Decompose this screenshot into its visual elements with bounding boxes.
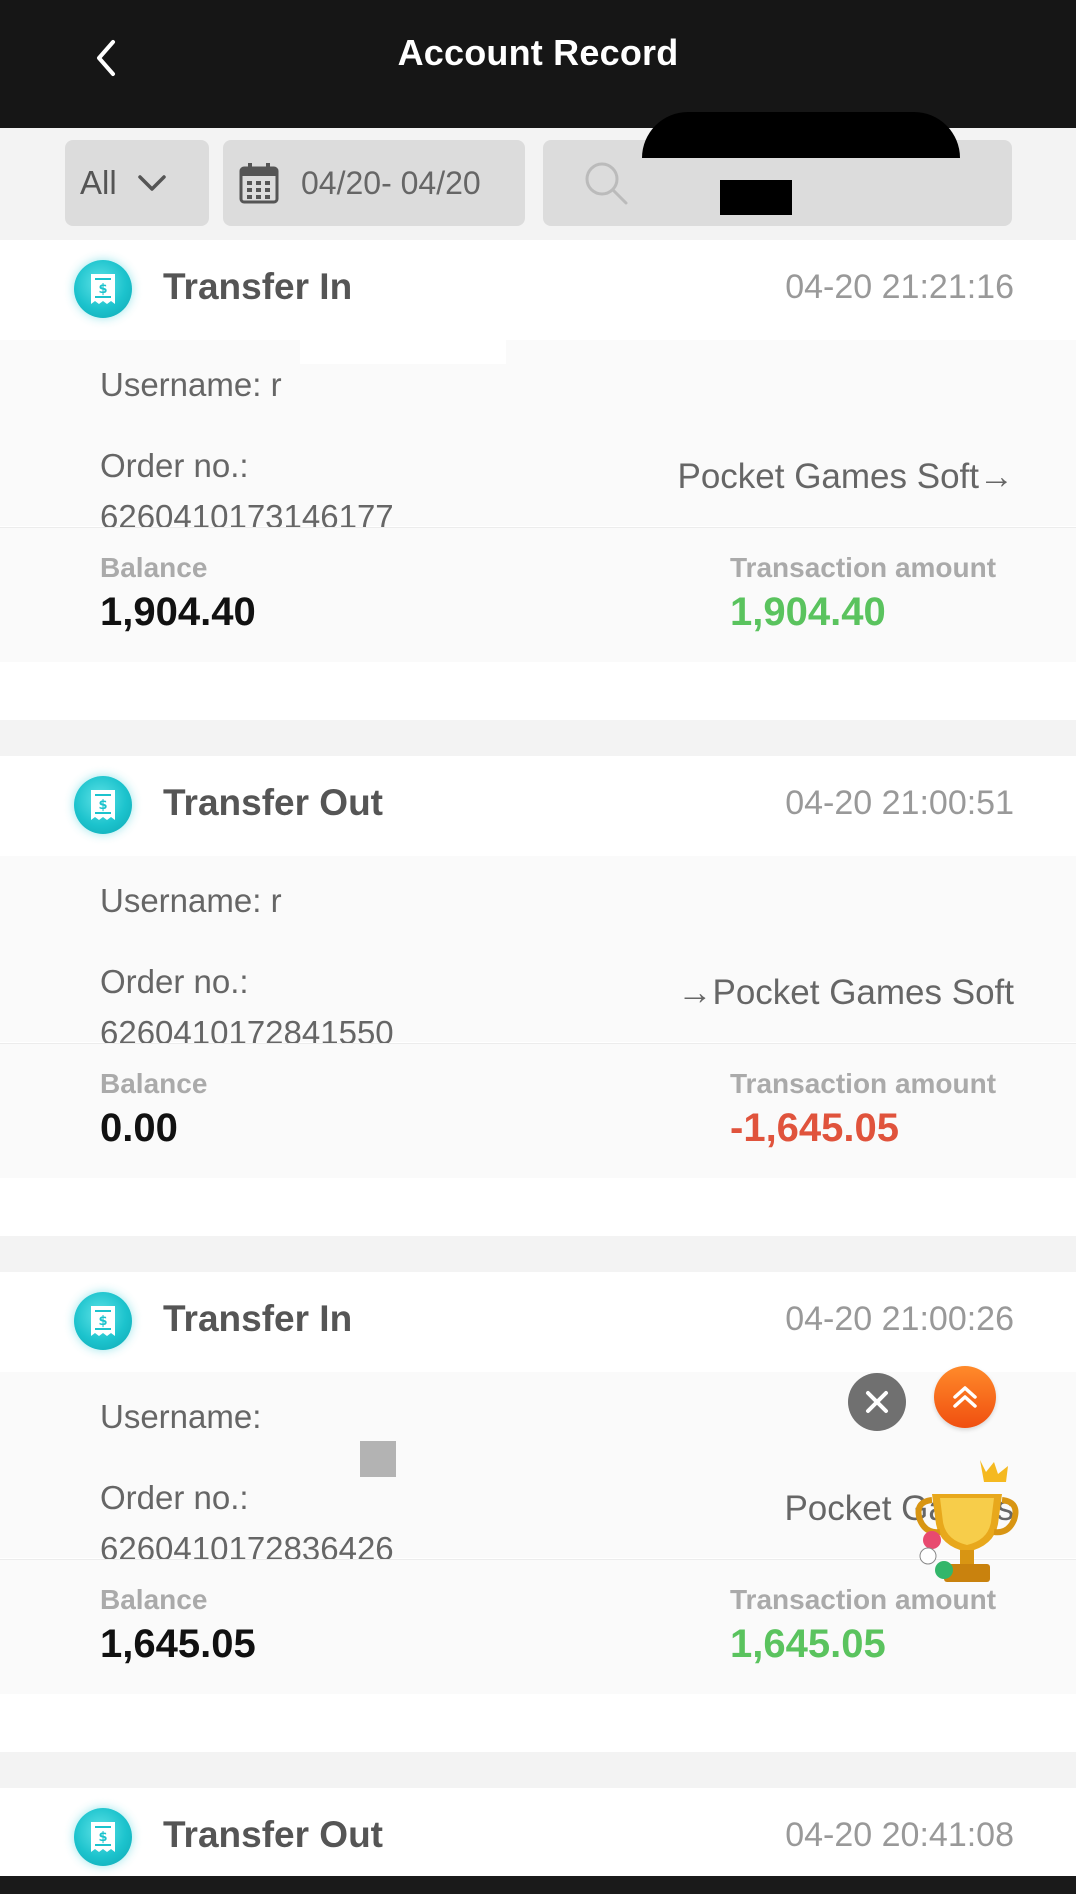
system-nav-bar bbox=[0, 1876, 1076, 1894]
trophy-icon[interactable] bbox=[910, 1452, 1026, 1594]
receipt-icon: $ bbox=[74, 260, 132, 318]
balance-label: Balance bbox=[100, 1584, 208, 1615]
username-value: r bbox=[270, 366, 282, 403]
record-time: 04-20 21:00:51 bbox=[785, 784, 1014, 822]
receipt-icon: $ bbox=[74, 1292, 132, 1350]
date-range-picker[interactable]: 04/20- 04/20 bbox=[223, 140, 525, 226]
date-range-value: 04/20- 04/20 bbox=[301, 164, 481, 201]
username-label: Username: bbox=[100, 366, 262, 403]
record-card[interactable]: $ Transfer Out 04-20 21:00:51 Username: … bbox=[0, 756, 1076, 1236]
record-time: 04-20 21:21:16 bbox=[785, 268, 1014, 306]
page-title: Account Record bbox=[397, 32, 679, 73]
record-header: $ Transfer In 04-20 21:21:16 bbox=[0, 240, 1076, 340]
chevron-down-icon bbox=[137, 175, 166, 191]
record-header: $ Transfer In 04-20 21:00:26 bbox=[0, 1272, 1076, 1372]
balance-label: Balance bbox=[100, 552, 208, 583]
record-type: Transfer In bbox=[163, 266, 353, 307]
order-label: Order no.: bbox=[100, 963, 249, 1000]
search-icon bbox=[585, 162, 628, 205]
amount-label: Transaction amount bbox=[730, 552, 997, 583]
redaction-patch bbox=[300, 318, 506, 364]
record-details: Username: r Order no.: 6260410172841550 →… bbox=[0, 856, 1076, 1051]
amount-value: 1,904.40 bbox=[730, 590, 886, 634]
balance-value: 1,904.40 bbox=[100, 590, 256, 634]
username-line: Username: r bbox=[100, 366, 282, 404]
provider-label: →Pocket Games Soft bbox=[677, 973, 1014, 1012]
record-details: Username: r Order no.: 6260410173146177 P… bbox=[0, 340, 1076, 535]
order-label: Order no.: bbox=[100, 447, 249, 484]
record-type: Transfer Out bbox=[163, 1814, 383, 1855]
record-type: Transfer In bbox=[163, 1298, 353, 1339]
svg-text:$: $ bbox=[98, 798, 107, 813]
redaction-patch bbox=[308, 376, 418, 416]
username-label: Username: bbox=[100, 1398, 262, 1435]
username-value: r bbox=[270, 882, 282, 919]
amount-value: 1,645.05 bbox=[730, 1622, 886, 1666]
type-dropdown[interactable]: All bbox=[65, 140, 209, 226]
username-line: Username: r bbox=[100, 882, 282, 920]
amount-label: Transaction amount bbox=[730, 1068, 997, 1099]
double-chevron-up-icon bbox=[953, 1386, 977, 1408]
record-time: 04-20 21:00:26 bbox=[785, 1300, 1014, 1338]
order-label: Order no.: bbox=[100, 1479, 249, 1516]
username-label: Username: bbox=[100, 882, 262, 919]
calendar-icon bbox=[239, 163, 279, 204]
record-time: 04-20 20:41:08 bbox=[785, 1816, 1014, 1854]
record-header: $ Transfer Out 04-20 20:41:08 bbox=[0, 1788, 1076, 1876]
svg-text:$: $ bbox=[98, 1830, 107, 1845]
record-type: Transfer Out bbox=[163, 782, 383, 823]
close-float-button[interactable] bbox=[848, 1373, 906, 1431]
record-amounts: Balance 0.00 Transaction amount -1,645.0… bbox=[0, 1043, 1076, 1178]
type-dropdown-value: All bbox=[80, 164, 117, 201]
record-card[interactable]: $ Transfer Out 04-20 20:41:08 bbox=[0, 1788, 1076, 1876]
receipt-icon: $ bbox=[74, 776, 132, 834]
record-card[interactable]: $ Transfer In 04-20 21:21:16 Username: r… bbox=[0, 240, 1076, 720]
balance-label: Balance bbox=[100, 1068, 208, 1099]
scroll-top-button[interactable] bbox=[934, 1366, 996, 1428]
username-line: Username: bbox=[100, 1398, 261, 1436]
redaction-blob bbox=[642, 112, 960, 158]
provider-label: Pocket Games Soft→ bbox=[677, 457, 1014, 496]
amount-value: -1,645.05 bbox=[730, 1106, 900, 1150]
redaction-box bbox=[720, 180, 792, 215]
balance-value: 0.00 bbox=[100, 1106, 178, 1150]
balance-value: 1,645.05 bbox=[100, 1622, 256, 1666]
close-icon bbox=[866, 1391, 888, 1413]
record-header: $ Transfer Out 04-20 21:00:51 bbox=[0, 756, 1076, 856]
redaction-square bbox=[360, 1441, 396, 1477]
svg-text:$: $ bbox=[98, 282, 107, 297]
svg-text:$: $ bbox=[98, 1314, 107, 1329]
receipt-icon: $ bbox=[74, 1808, 132, 1866]
record-amounts: Balance 1,904.40 Transaction amount 1,90… bbox=[0, 527, 1076, 662]
app-header: Account Record bbox=[0, 0, 1076, 128]
